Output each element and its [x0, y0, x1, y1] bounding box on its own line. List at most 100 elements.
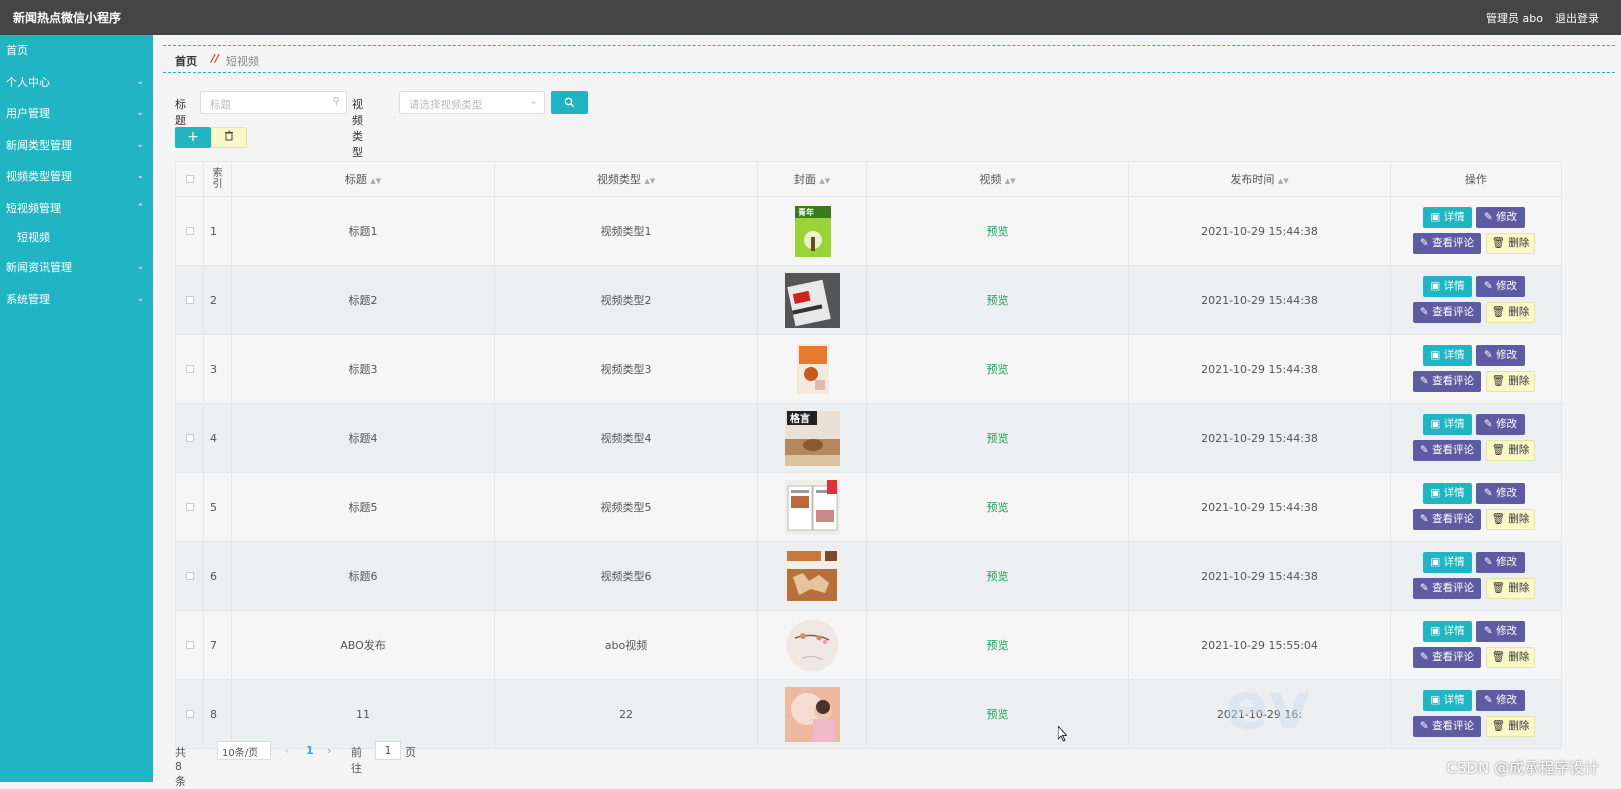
video-type-select[interactable]: 请选择视频类型 ⌄	[399, 91, 545, 114]
view-comments-button[interactable]: ✎ 查看评论	[1413, 647, 1481, 668]
row-checkbox[interactable]	[185, 364, 194, 373]
delete-button[interactable]: 🗑 删除	[1486, 578, 1535, 599]
row-checkbox-cell[interactable]	[175, 610, 204, 680]
sort-icon[interactable]: ▲▼	[644, 177, 655, 185]
sidebar-item-news-types[interactable]: 新闻类型管理 ⌄	[0, 130, 153, 162]
header-cover[interactable]: 封面 ▲▼	[757, 161, 867, 197]
delete-button[interactable]: 🗑 删除	[1486, 371, 1535, 392]
page-number[interactable]: 1	[306, 744, 314, 757]
sidebar: 首页 个人中心 ⌄ 用户管理 ⌄ 新闻类型管理 ⌄ 视频类型管理 ⌄ 短视频管理 ⌃ 短视…	[0, 35, 153, 782]
cell-publish-time: 2021-10-29 15:44:38	[1128, 334, 1391, 404]
cover-image[interactable]: 青年	[785, 204, 840, 259]
video-preview-link[interactable]: 预览	[987, 294, 1009, 307]
row-checkbox-cell[interactable]	[175, 334, 204, 404]
sidebar-item-short-videos[interactable]: 短视频管理 ⌃	[0, 193, 153, 225]
goto-page-input[interactable]: 1	[375, 741, 401, 760]
row-checkbox-cell[interactable]	[175, 541, 204, 611]
search-button[interactable]	[551, 91, 588, 114]
prev-page-icon[interactable]: ‹	[285, 744, 289, 757]
cover-image[interactable]	[785, 618, 840, 673]
sidebar-item-personal[interactable]: 个人中心 ⌄	[0, 67, 153, 99]
delete-button[interactable]: 🗑 删除	[1486, 302, 1535, 323]
delete-button[interactable]: 🗑 删除	[1486, 440, 1535, 461]
detail-button[interactable]: ▣ 详情	[1423, 276, 1472, 297]
cover-image[interactable]: 格言	[784, 410, 840, 466]
edit-button[interactable]: ✎ 修改	[1476, 483, 1525, 504]
cover-image[interactable]	[784, 479, 840, 535]
view-comments-button[interactable]: ✎ 查看评论	[1413, 371, 1481, 392]
header-video-type[interactable]: 视频类型 ▲▼	[494, 161, 758, 197]
delete-button[interactable]: 🗑 删除	[1486, 509, 1535, 530]
sort-icon[interactable]: ▲▼	[1005, 177, 1016, 185]
row-checkbox[interactable]	[185, 433, 194, 442]
page-size-select[interactable]: 10条/页	[217, 741, 271, 760]
detail-button[interactable]: ▣ 详情	[1423, 414, 1472, 435]
batch-delete-button[interactable]	[211, 127, 247, 148]
add-button[interactable]: +	[175, 127, 211, 148]
detail-button[interactable]: ▣ 详情	[1423, 207, 1472, 228]
view-comments-button[interactable]: ✎ 查看评论	[1413, 440, 1481, 461]
cover-image[interactable]	[784, 272, 840, 328]
edit-button[interactable]: ✎ 修改	[1476, 552, 1525, 573]
sidebar-item-home[interactable]: 首页	[0, 35, 153, 67]
cover-image[interactable]	[785, 342, 840, 397]
sidebar-subitem-short-video[interactable]: 短视频	[0, 224, 153, 252]
cover-image[interactable]	[784, 686, 840, 742]
view-comments-button[interactable]: ✎ 查看评论	[1413, 302, 1481, 323]
video-preview-link[interactable]: 预览	[987, 363, 1009, 376]
next-page-icon[interactable]: ›	[327, 744, 331, 757]
edit-button[interactable]: ✎ 修改	[1476, 345, 1525, 366]
comment-label: 查看评论	[1432, 582, 1475, 594]
row-checkbox[interactable]	[185, 640, 194, 649]
row-checkbox[interactable]	[185, 226, 194, 235]
sort-icon[interactable]: ▲▼	[1278, 177, 1289, 185]
row-checkbox[interactable]	[185, 709, 194, 718]
video-preview-link[interactable]: 预览	[987, 570, 1009, 583]
delete-button[interactable]: 🗑 删除	[1486, 233, 1535, 254]
header-video[interactable]: 视频 ▲▼	[866, 161, 1129, 197]
header-title[interactable]: 标题 ▲▼	[231, 161, 495, 197]
select-all-checkbox[interactable]	[185, 174, 194, 183]
view-comments-button[interactable]: ✎ 查看评论	[1413, 578, 1481, 599]
row-checkbox-cell[interactable]	[175, 679, 204, 749]
row-checkbox[interactable]	[185, 295, 194, 304]
sidebar-item-users[interactable]: 用户管理 ⌄	[0, 98, 153, 130]
header-publish-time[interactable]: 发布时间 ▲▼	[1128, 161, 1391, 197]
video-preview-link[interactable]: 预览	[987, 708, 1009, 721]
video-preview-link[interactable]: 预览	[987, 432, 1009, 445]
view-comments-button[interactable]: ✎ 查看评论	[1413, 716, 1481, 737]
video-preview-link[interactable]: 预览	[987, 639, 1009, 652]
title-search-input[interactable]: 标题 ⚲	[200, 91, 347, 114]
edit-button[interactable]: ✎ 修改	[1476, 621, 1525, 642]
cover-image[interactable]	[784, 548, 840, 604]
select-all-checkbox-cell[interactable]	[175, 161, 204, 197]
view-comments-button[interactable]: ✎ 查看评论	[1413, 509, 1481, 530]
row-checkbox-cell[interactable]	[175, 196, 204, 266]
row-checkbox-cell[interactable]	[175, 472, 204, 542]
row-checkbox-cell[interactable]	[175, 265, 204, 335]
detail-button[interactable]: ▣ 详情	[1423, 483, 1472, 504]
detail-button[interactable]: ▣ 详情	[1423, 552, 1472, 573]
sidebar-item-video-types[interactable]: 视频类型管理 ⌄	[0, 161, 153, 193]
breadcrumb-home[interactable]: 首页	[175, 53, 197, 69]
detail-button[interactable]: ▣ 详情	[1423, 345, 1472, 366]
edit-button[interactable]: ✎ 修改	[1476, 690, 1525, 711]
video-preview-link[interactable]: 预览	[987, 225, 1009, 238]
detail-button[interactable]: ▣ 详情	[1423, 621, 1472, 642]
edit-button[interactable]: ✎ 修改	[1476, 414, 1525, 435]
logout-link[interactable]: 退出登录	[1555, 10, 1599, 26]
detail-button[interactable]: ▣ 详情	[1423, 690, 1472, 711]
edit-button[interactable]: ✎ 修改	[1476, 276, 1525, 297]
delete-button[interactable]: 🗑 删除	[1486, 647, 1535, 668]
sort-icon[interactable]: ▲▼	[370, 177, 381, 185]
row-checkbox-cell[interactable]	[175, 403, 204, 473]
row-checkbox[interactable]	[185, 502, 194, 511]
video-preview-link[interactable]: 预览	[987, 501, 1009, 514]
edit-button[interactable]: ✎ 修改	[1476, 207, 1525, 228]
sidebar-item-news[interactable]: 新闻资讯管理 ⌄	[0, 252, 153, 284]
delete-button[interactable]: 🗑 删除	[1486, 716, 1535, 737]
row-checkbox[interactable]	[185, 571, 194, 580]
sidebar-item-system[interactable]: 系统管理 ⌄	[0, 284, 153, 316]
view-comments-button[interactable]: ✎ 查看评论	[1413, 233, 1481, 254]
sort-icon[interactable]: ▲▼	[819, 177, 830, 185]
